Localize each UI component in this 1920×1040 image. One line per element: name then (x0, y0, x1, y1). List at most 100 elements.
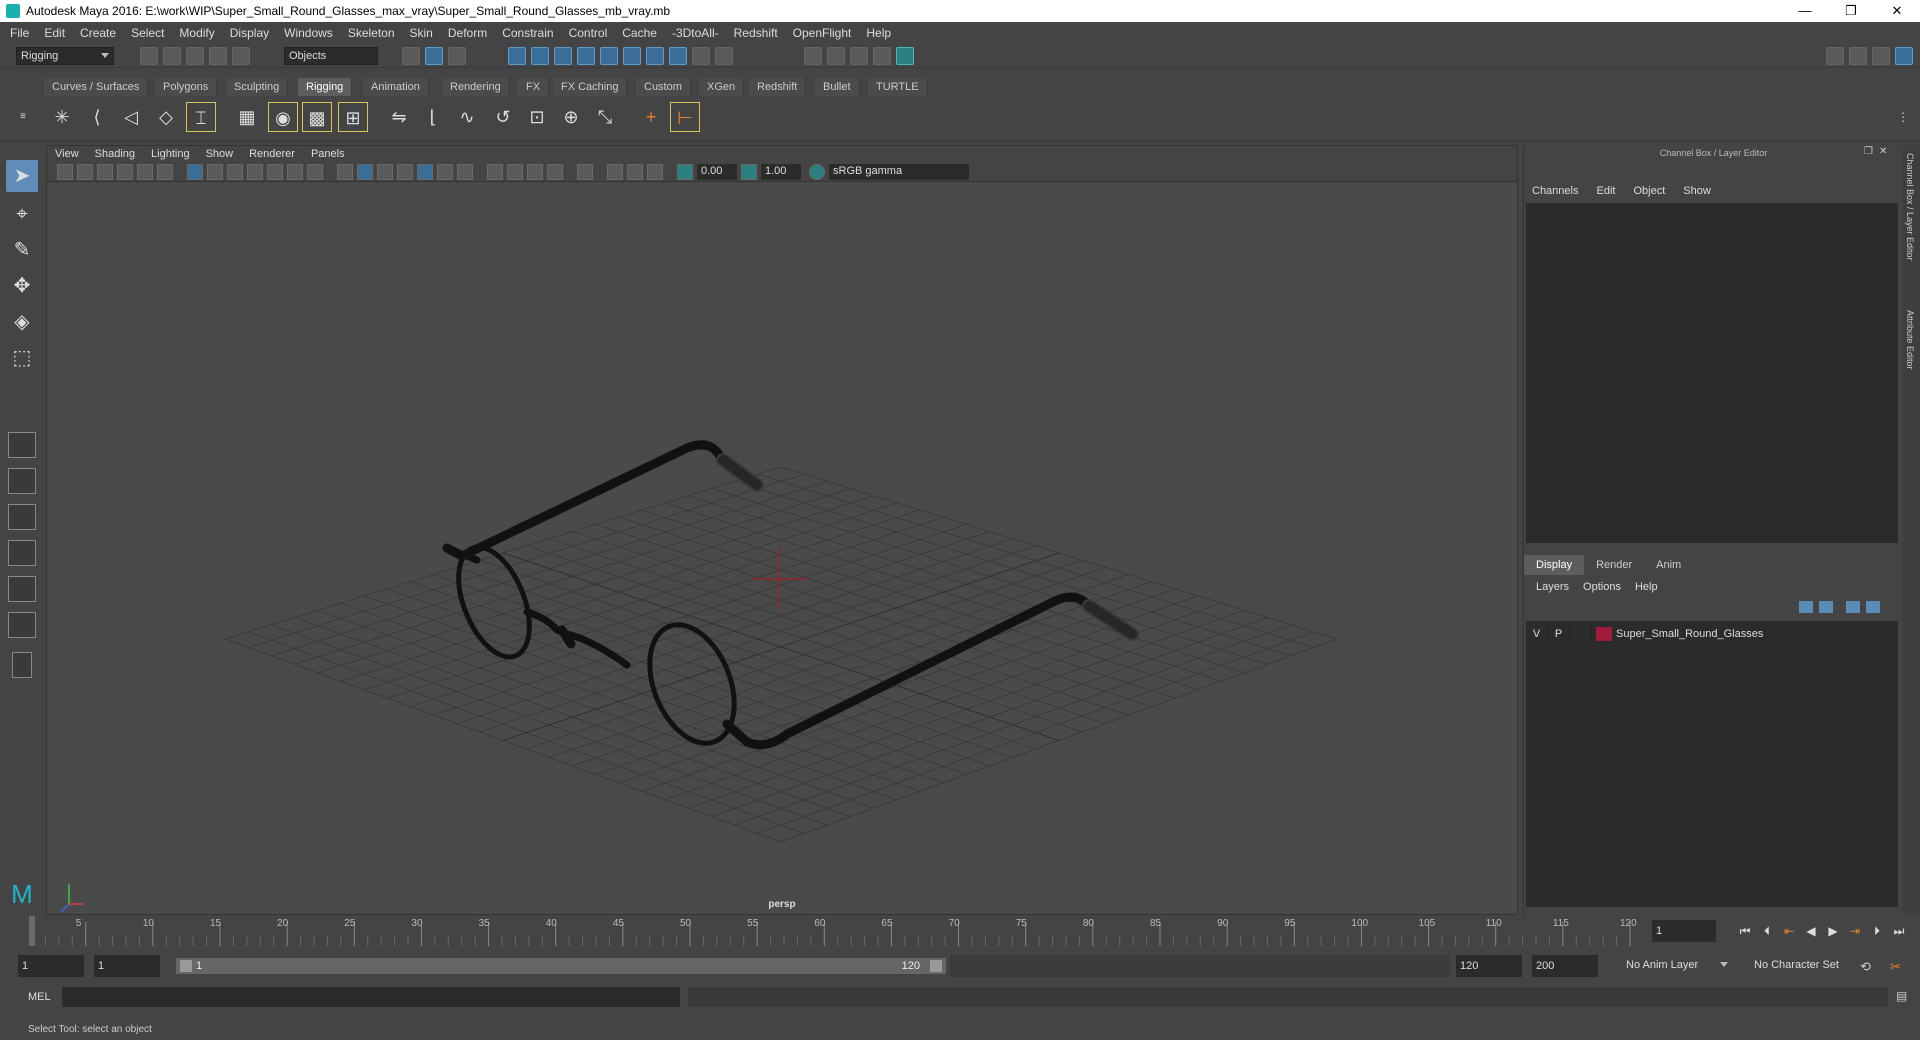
save-scene-icon[interactable] (186, 47, 204, 65)
range-end-handle[interactable] (930, 960, 942, 972)
viewport-panel[interactable]: View Shading Lighting Show Renderer Pane… (46, 145, 1518, 915)
anim-layer-dropdown[interactable]: No Anim Layer (1622, 957, 1732, 975)
viewport-menu-renderer[interactable]: Renderer (249, 148, 295, 160)
menu-redshift[interactable]: Redshift (734, 26, 778, 40)
step-back-frame-icon[interactable]: ⏴ (1758, 922, 1776, 940)
step-back-key-icon[interactable]: ⇤ (1780, 922, 1798, 940)
shelf-tab-fx-caching[interactable]: FX Caching (553, 78, 628, 96)
history-icon[interactable] (715, 47, 733, 65)
shelf-tab-curves-surfaces[interactable]: Curves / Surfaces (44, 78, 149, 96)
quick-rig-icon[interactable]: ⌶ (186, 102, 216, 132)
persp-outliner-layout-icon[interactable] (8, 504, 36, 530)
four-view-layout-icon[interactable] (8, 468, 36, 494)
menu-create[interactable]: Create (80, 26, 116, 40)
viewport-menu-show[interactable]: Show (206, 148, 234, 160)
xray-joints-icon[interactable] (627, 164, 643, 180)
color-management-icon[interactable] (809, 164, 825, 180)
step-forward-key-icon[interactable]: ⇥ (1846, 922, 1864, 940)
step-forward-frame-icon[interactable]: ⏵ (1868, 922, 1886, 940)
attribute-editor-toggle-icon[interactable] (1872, 47, 1890, 65)
isolate-select-icon[interactable] (577, 164, 593, 180)
camera-attributes-icon[interactable] (77, 164, 93, 180)
side-tab-channel-box[interactable]: Channel Box / Layer Editor (1905, 153, 1915, 261)
menu-display[interactable]: Display (230, 26, 269, 40)
channel-box-area[interactable] (1526, 203, 1898, 543)
pole-vector-icon[interactable]: ⊕ (556, 102, 586, 132)
screen-space-ao-icon[interactable] (487, 164, 503, 180)
shelf-tab-animation[interactable]: Animation (363, 78, 429, 96)
menu-file[interactable]: File (10, 26, 29, 40)
shelf-tab-bullet[interactable]: Bullet (815, 78, 860, 96)
lock-icon[interactable] (692, 47, 710, 65)
go-to-start-icon[interactable]: ⏮ (1736, 922, 1754, 940)
shelf-tab-rendering[interactable]: Rendering (442, 78, 510, 96)
menu-cache[interactable]: Cache (622, 26, 657, 40)
orient-constraint-icon[interactable]: ∿ (452, 102, 482, 132)
playback-end-field[interactable]: 120 (1456, 955, 1522, 977)
scale-tool-icon[interactable]: ⬚ (6, 342, 38, 374)
move-layer-down-icon[interactable] (1819, 601, 1833, 613)
command-input[interactable] (62, 987, 680, 1007)
hypershade-icon[interactable] (873, 47, 891, 65)
xray-icon[interactable] (607, 164, 623, 180)
select-camera-icon[interactable] (57, 164, 73, 180)
animation-start-field[interactable]: 1 (18, 955, 84, 977)
channel-box-toggle-icon[interactable] (1895, 47, 1913, 65)
render-view-icon[interactable] (896, 47, 914, 65)
lasso-tool-icon[interactable]: ⌖ (6, 198, 38, 230)
viewport-menu-lighting[interactable]: Lighting (151, 148, 190, 160)
redo-icon[interactable] (232, 47, 250, 65)
tab-anim[interactable]: Anim (1644, 555, 1693, 575)
grid-toggle-icon[interactable] (187, 164, 203, 180)
backface-culling-icon[interactable] (647, 164, 663, 180)
menu-control[interactable]: Control (569, 26, 608, 40)
layer-playback-toggle[interactable]: P (1548, 625, 1570, 643)
use-all-lights-icon[interactable] (437, 164, 453, 180)
parent-constraint-icon[interactable]: ⇋ (384, 102, 414, 132)
play-forwards-icon[interactable]: ▶ (1824, 922, 1842, 940)
film-gate-icon[interactable] (207, 164, 223, 180)
outliner-layout-icon[interactable] (8, 612, 36, 638)
auto-key-icon[interactable]: ⟲ (1860, 959, 1871, 975)
ik-fk-switch-icon[interactable]: ⊢ (670, 102, 700, 132)
tab-render[interactable]: Render (1584, 555, 1644, 575)
tangent-constraint-icon[interactable]: ⤡ (590, 102, 620, 132)
menu-3dtoall[interactable]: -3DtoAll- (672, 26, 719, 40)
snap-view-plane-icon[interactable] (577, 47, 595, 65)
shelf-scroll-icon[interactable]: ⋮ (1888, 102, 1918, 132)
show-menu[interactable]: Show (1683, 185, 1711, 197)
select-tool-icon[interactable]: ➤ (6, 160, 38, 192)
shelf-tab-xgen[interactable]: XGen (699, 78, 745, 96)
menu-set-dropdown[interactable]: Rigging (16, 47, 114, 65)
shelf-tab-sculpting[interactable]: Sculpting (226, 78, 289, 96)
shelf-tab-fx[interactable]: FX (518, 78, 550, 96)
modeling-toolkit-icon[interactable] (1849, 47, 1867, 65)
minimize-button[interactable]: — (1782, 0, 1828, 22)
new-layer-icon[interactable] (1846, 601, 1860, 613)
multisample-aa-icon[interactable] (527, 164, 543, 180)
shelf-tab-turtle[interactable]: TURTLE (868, 78, 928, 96)
rotate-tool-icon[interactable]: ◈ (6, 306, 38, 338)
exposure-icon[interactable] (677, 164, 693, 180)
persp-graph-layout-icon[interactable] (8, 540, 36, 566)
insert-joint-icon[interactable]: ◇ (151, 102, 181, 132)
open-scene-icon[interactable] (163, 47, 181, 65)
layer-display-type[interactable] (1570, 625, 1592, 643)
new-layer-selected-icon[interactable] (1866, 601, 1880, 613)
render-frame-icon[interactable] (804, 47, 822, 65)
ik-spline-icon[interactable]: ◁ (116, 102, 146, 132)
gamma-field[interactable]: 1.00 (761, 164, 801, 180)
menu-windows[interactable]: Windows (284, 26, 333, 40)
layer-visibility-toggle[interactable]: V (1526, 625, 1548, 643)
aim-constraint-icon[interactable]: ↺ (488, 102, 518, 132)
animation-end-field[interactable]: 200 (1532, 955, 1598, 977)
persp-hypershade-layout-icon[interactable] (8, 576, 36, 602)
options-menu[interactable]: Options (1583, 581, 1621, 593)
playback-start-field[interactable]: 1 (94, 955, 160, 977)
play-backwards-icon[interactable]: ◀ (1802, 922, 1820, 940)
move-tool-icon[interactable]: ✥ (6, 270, 38, 302)
layer-name[interactable]: Super_Small_Round_Glasses (1616, 628, 1763, 640)
select-component-icon[interactable] (448, 47, 466, 65)
script-editor-icon[interactable]: ▤ (1896, 989, 1907, 1003)
exposure-field[interactable]: 0.00 (697, 164, 737, 180)
